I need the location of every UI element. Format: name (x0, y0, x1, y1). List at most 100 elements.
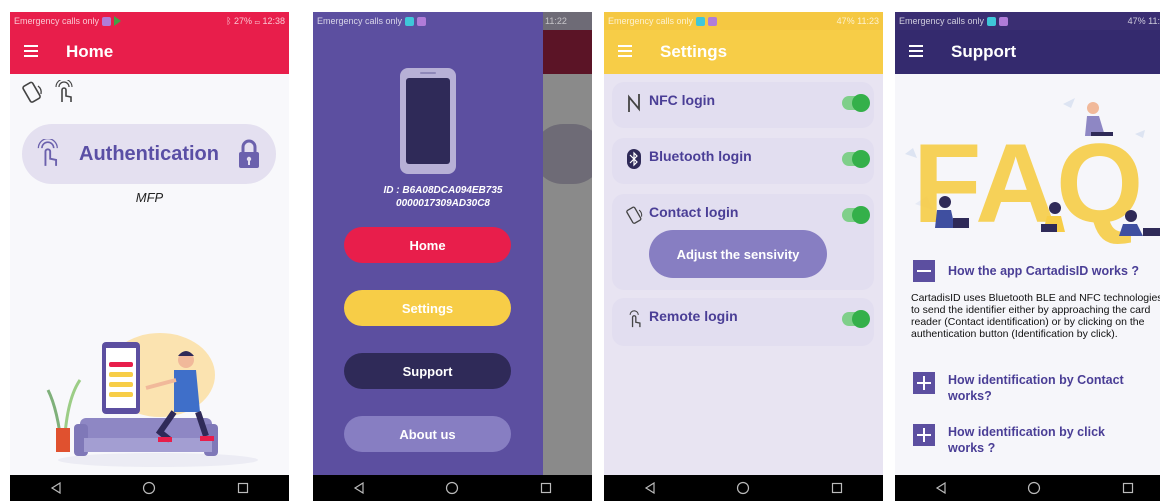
battery-percent: 47% (836, 16, 855, 26)
adjust-sensitivity-button[interactable]: Adjust the sensivity (649, 230, 827, 278)
status-bar: Emergency calls only ᛒ 27% ▭ 12:38 (10, 12, 289, 30)
app-notification-icon (987, 17, 997, 27)
home-nav-icon[interactable] (445, 481, 459, 495)
drawer-settings-button[interactable]: Settings (344, 290, 511, 326)
support-screen: Emergency calls only 47% 11:23 Support F… (895, 12, 1160, 501)
sofa-illustration (46, 333, 258, 467)
faq-answer: CartadisID uses Bluetooth BLE and NFC te… (911, 292, 1160, 340)
status-bar: Emergency calls only (313, 12, 543, 30)
navigation-drawer: Emergency calls only ID : B6A08DCA094EB7… (313, 12, 543, 501)
contact-login-label: Contact login (649, 204, 739, 220)
authentication-button[interactable]: Authentication (22, 124, 276, 184)
clock: 11:23 (857, 16, 879, 26)
carrier-text: Emergency calls only (317, 15, 403, 26)
back-icon[interactable] (935, 482, 947, 494)
faq-illustration: FAQ (905, 98, 1160, 244)
nfc-login-label: NFC login (649, 92, 716, 108)
back-icon[interactable] (50, 482, 62, 494)
mode-label: MFP (135, 190, 164, 205)
collapse-icon[interactable] (913, 260, 935, 282)
page-title: Support (951, 42, 1017, 61)
drawer-support-button[interactable]: Support (344, 353, 511, 389)
remote-login-row: Remote login (612, 298, 874, 346)
phone-illustration-icon (400, 68, 456, 174)
android-nav-bar (895, 475, 1160, 501)
drawer-screen: Emergency calls only ID : B6A08DCA094EB7… (313, 12, 592, 501)
back-icon[interactable] (644, 482, 656, 494)
app-notification-icon (999, 17, 1009, 27)
device-id-line1: ID : B6A08DCA094EB735 (383, 185, 503, 196)
status-bar: Emergency calls only 47% 11:23 (604, 12, 883, 30)
nfc-login-toggle[interactable] (842, 94, 870, 112)
authentication-label: Authentication (79, 142, 219, 165)
recents-icon[interactable] (540, 482, 552, 494)
nfc-icon (628, 94, 640, 112)
fingerprint-hand-icon (37, 139, 58, 166)
bluetooth-login-toggle[interactable] (842, 150, 870, 168)
contact-phone-icon (626, 206, 643, 224)
nfc-login-row: NFC login (612, 82, 874, 128)
android-nav-bar (10, 475, 289, 501)
battery-percent: 47% (1127, 16, 1146, 26)
bluetooth-icon (627, 149, 641, 169)
battery-percent: 27% (234, 16, 253, 26)
clock: 12:38 (262, 16, 285, 26)
faq-item-2[interactable]: How identification by Contact works? (913, 372, 1158, 404)
home-screen: Emergency calls only ᛒ 27% ▭ 12:38 Home … (10, 12, 289, 501)
app-bar: Support (895, 30, 1160, 74)
app-notification-icon (417, 17, 427, 27)
settings-screen: Emergency calls only 47% 11:23 Settings … (604, 12, 883, 501)
clock: 11:22 (545, 16, 567, 26)
carrier-text: Emergency calls only (608, 15, 694, 26)
app-notification-icon (102, 16, 112, 26)
app-notification-icon (708, 17, 718, 27)
remote-login-label: Remote login (649, 308, 738, 324)
faq-question: How identification by Contact works? (948, 373, 1124, 403)
recents-icon[interactable] (831, 482, 843, 494)
status-bar: Emergency calls only 47% 11:23 (895, 12, 1160, 30)
battery-icon: ▭ (254, 16, 260, 26)
drawer-about-button[interactable]: About us (344, 416, 511, 452)
remote-login-toggle[interactable] (842, 310, 870, 328)
expand-icon[interactable] (913, 372, 935, 394)
bluetooth-login-label: Bluetooth login (649, 148, 752, 164)
recents-icon[interactable] (1122, 482, 1134, 494)
active-modes (10, 74, 289, 110)
contact-login-toggle[interactable] (842, 206, 870, 224)
recents-icon[interactable] (237, 482, 249, 494)
android-nav-bar (313, 475, 592, 501)
page-title: Settings (660, 42, 728, 61)
carrier-text: Emergency calls only (14, 15, 100, 26)
back-icon[interactable] (353, 482, 365, 494)
faq-question: How the app CartadisID works ? (948, 264, 1140, 278)
app-notification-icon (696, 17, 706, 27)
expand-icon[interactable] (913, 424, 935, 446)
android-nav-bar (604, 475, 883, 501)
hamburger-menu-icon[interactable] (24, 45, 42, 59)
hamburger-menu-icon[interactable] (909, 45, 927, 59)
device-id-line2: 0000017309AD30C8 (396, 198, 490, 209)
clock: 11:23 (1148, 16, 1160, 26)
drawer-home-button[interactable]: Home (344, 227, 511, 263)
dimmed-app-bar (543, 30, 592, 74)
app-bar: Home (10, 30, 289, 74)
bluetooth-status-icon: ᛒ (226, 16, 235, 26)
faq-item-3[interactable]: How identification by click works ? (913, 424, 1128, 456)
contact-login-row: Contact login Adjust the sensivity (612, 194, 874, 290)
app-notification-icon (405, 17, 415, 27)
home-nav-icon[interactable] (142, 481, 156, 495)
play-store-icon (114, 16, 122, 27)
contact-phone-icon (22, 81, 42, 103)
tap-hand-icon (55, 80, 73, 102)
home-nav-icon[interactable] (736, 481, 750, 495)
home-nav-icon[interactable] (1027, 481, 1041, 495)
faq-item-1[interactable]: How the app CartadisID works ? (913, 260, 1158, 282)
tap-hand-icon (629, 310, 641, 328)
faq-question: How identification by click works ? (948, 425, 1105, 455)
status-bar-right: 11:22 (543, 12, 592, 30)
device-id: ID : B6A08DCA094EB735 0000017309AD30C8 (313, 184, 543, 210)
app-bar: Settings (604, 30, 883, 74)
hamburger-menu-icon[interactable] (618, 45, 636, 59)
lock-icon (239, 139, 259, 168)
carrier-text: Emergency calls only (899, 15, 985, 26)
